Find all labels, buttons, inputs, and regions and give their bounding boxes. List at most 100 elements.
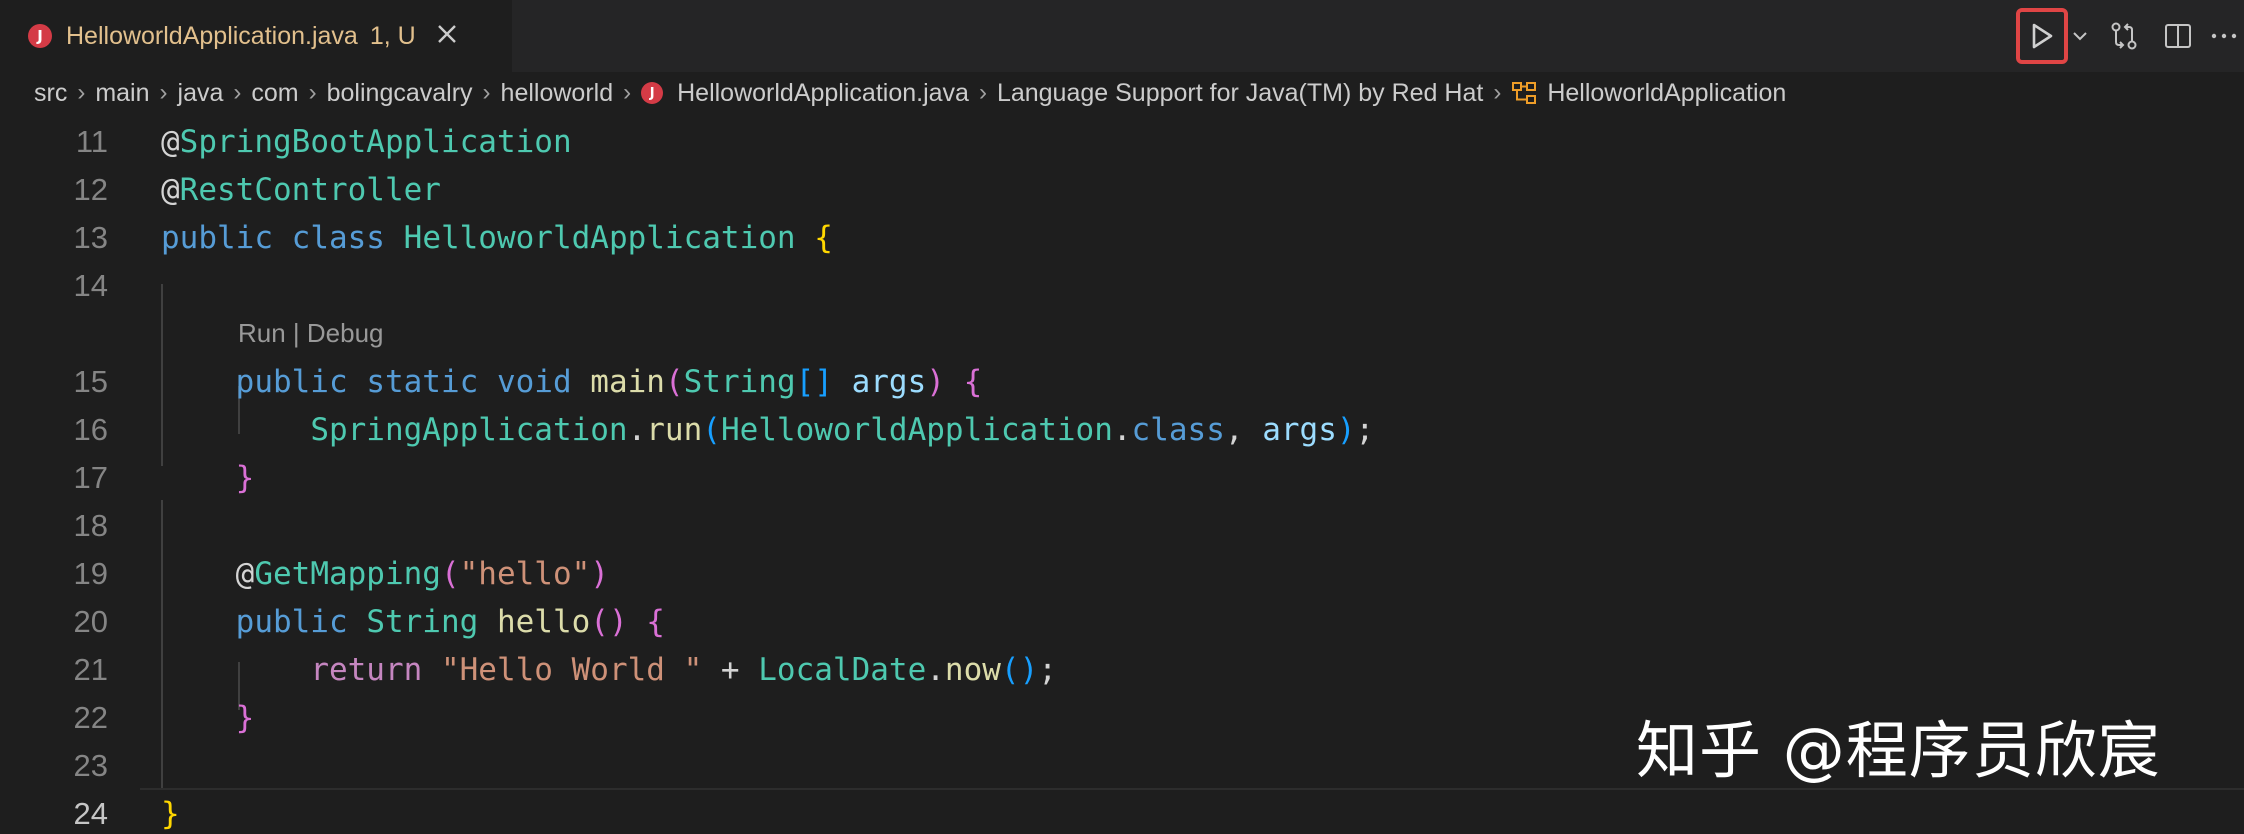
code-token: main: [590, 364, 665, 400]
breadcrumb-item-src[interactable]: src: [34, 79, 67, 108]
run-dropdown-button[interactable]: [2070, 16, 2090, 56]
more-actions-button[interactable]: [2208, 16, 2240, 56]
editor-tab-helloworld[interactable]: J HelloworldApplication.java 1, U: [0, 0, 512, 72]
code-token: args: [851, 364, 927, 400]
chevron-right-icon: ›: [308, 79, 317, 106]
code-token: (): [1000, 652, 1039, 688]
breadcrumb-item-main[interactable]: main: [95, 79, 149, 108]
code-token: ;: [1355, 412, 1375, 448]
code-token: (: [702, 412, 721, 448]
code-text: }: [161, 702, 255, 734]
line-number: 22: [73, 700, 108, 735]
code-token: return: [310, 652, 423, 688]
code-token: }: [161, 796, 180, 832]
code-line[interactable]: 17 }: [0, 454, 2244, 502]
code-line[interactable]: 21 return "Hello World " + LocalDate.now…: [0, 646, 2244, 694]
code-line[interactable]: 13 public class HelloworldApplication {: [0, 214, 2244, 262]
code-token: void: [496, 364, 572, 400]
code-line[interactable]: 12 @RestController: [0, 166, 2244, 214]
code-token: +: [702, 652, 759, 688]
split-editor-icon: [2165, 24, 2191, 48]
code-token: {: [963, 364, 983, 400]
code-token: "hello": [459, 556, 591, 592]
chevron-right-icon: ›: [623, 79, 632, 106]
run-java-button[interactable]: [2016, 8, 2068, 64]
code-text: }: [161, 460, 255, 496]
code-token: SpringBootApplication: [179, 124, 572, 160]
code-token: (: [440, 556, 460, 592]
open-changes-button[interactable]: [2104, 16, 2144, 56]
line-number: 16: [73, 412, 108, 447]
code-token: HelloworldApplication: [720, 412, 1113, 448]
code-line[interactable]: 20 public String hello() {: [0, 598, 2244, 646]
code-token: ): [1336, 412, 1356, 448]
code-token: String: [366, 604, 479, 640]
code-text: }: [161, 798, 180, 830]
code-line[interactable]: 18: [0, 502, 2244, 550]
line-number: 15: [73, 364, 108, 399]
code-token: ): [926, 364, 945, 400]
code-text: @GetMapping("hello"): [161, 558, 609, 590]
line-number: 11: [75, 124, 108, 159]
breadcrumb-item-class[interactable]: HelloworldApplication: [1511, 79, 1786, 108]
chevron-right-icon: ›: [159, 79, 168, 106]
code-line[interactable]: 19 @GetMapping("hello"): [0, 550, 2244, 598]
breadcrumb: src › main › java › com › bolingcavalry …: [0, 72, 2244, 114]
code-token: public: [235, 364, 348, 400]
code-token: .: [1112, 412, 1132, 448]
code-token: RestController: [179, 172, 441, 208]
code-token: class: [1131, 412, 1225, 448]
breadcrumb-item-language-support[interactable]: Language Support for Java(TM) by Red Hat: [997, 79, 1483, 108]
line-number: 12: [73, 172, 108, 207]
code-line[interactable]: 14: [0, 262, 2244, 310]
code-token: (): [590, 604, 628, 640]
line-number: 13: [73, 220, 108, 255]
line-number: 21: [73, 652, 108, 687]
code-token: HelloworldApplication: [403, 220, 796, 256]
breadcrumb-item-bolingcavalry[interactable]: bolingcavalry: [327, 79, 473, 108]
split-editor-button[interactable]: [2158, 16, 2198, 56]
code-token: ;: [1038, 652, 1057, 688]
line-number: 24: [73, 796, 108, 831]
code-line[interactable]: 24}: [0, 790, 2244, 834]
code-text: public class HelloworldApplication {: [161, 222, 833, 254]
chevron-right-icon: ›: [233, 79, 242, 106]
editor-tab-bar: J HelloworldApplication.java 1, U: [0, 0, 2244, 72]
code-token: {: [814, 220, 833, 256]
tab-title: HelloworldApplication.java: [66, 21, 358, 50]
breadcrumb-item-java[interactable]: java: [178, 79, 224, 108]
code-token: "Hello World ": [440, 652, 703, 688]
code-text: @SpringBootApplication: [161, 126, 572, 158]
chevron-right-icon: ›: [1493, 79, 1502, 106]
breadcrumb-item-com[interactable]: com: [251, 79, 298, 108]
close-icon[interactable]: [436, 21, 458, 51]
breadcrumb-item-file[interactable]: J HelloworldApplication.java: [641, 79, 969, 108]
code-text: public static void main(String[] args) {: [161, 364, 983, 400]
chevron-right-icon: ›: [978, 79, 987, 106]
line-number: 19: [73, 556, 108, 591]
breadcrumb-item-helloworld[interactable]: helloworld: [501, 79, 614, 108]
code-token: hello: [496, 604, 591, 640]
chevron-down-icon: [2073, 32, 2087, 41]
code-token: public: [161, 220, 273, 256]
code-line[interactable]: 16 SpringApplication.run(HelloworldAppli…: [0, 406, 2244, 454]
code-line[interactable]: 11 @SpringBootApplication: [0, 118, 2244, 166]
code-lens-run-debug[interactable]: Run | Debug: [238, 318, 384, 349]
code-token: @: [161, 172, 180, 208]
code-token: []: [795, 364, 833, 400]
chevron-right-icon: ›: [77, 79, 86, 106]
watermark: 知乎 @程序员欣宸: [1636, 714, 2161, 787]
source-control-compare-icon: [2111, 22, 2137, 50]
class-symbol-icon: [1511, 80, 1537, 106]
code-line[interactable]: 15 public static void main(String[] args…: [0, 358, 2244, 406]
chevron-right-icon: ›: [482, 79, 491, 106]
